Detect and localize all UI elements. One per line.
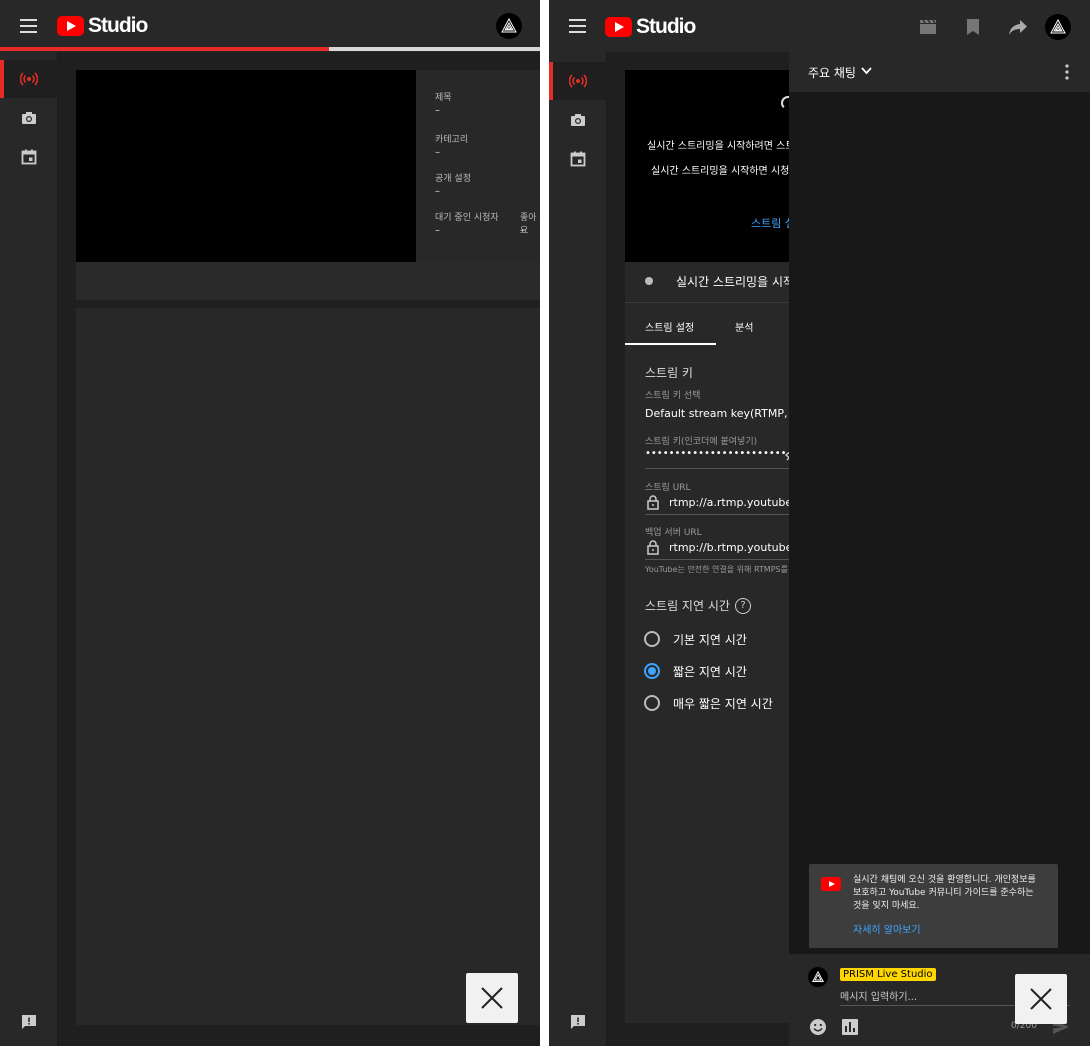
- learn-more-link[interactable]: 자세히 알아보기: [853, 921, 921, 936]
- backup-url-label: 백업 서버 URL: [645, 528, 702, 538]
- brand-text: Studio: [88, 14, 148, 37]
- stream-preview-card: 제목 – 카테고리 – 공개 설정 – 대기 중인 시청자 – 좋아요 –: [76, 70, 540, 300]
- video-preview: [76, 70, 416, 262]
- youtube-logo-icon: [821, 877, 841, 891]
- youtube-logo-icon: [605, 17, 632, 37]
- settings-card: [76, 308, 540, 1025]
- stream-key-field[interactable]: ••••••••••••••••••••••••: [645, 448, 787, 459]
- preview-line-1: 실시간 스트리밍을 시작하려면 스트리밍 소프트웨어를 연결하세요: [647, 141, 795, 152]
- brand-text: Studio: [636, 15, 696, 38]
- stream-key-heading: 스트림 키: [645, 366, 693, 380]
- divider: [625, 302, 795, 303]
- camera-icon: [571, 114, 585, 126]
- radio-normal-latency[interactable]: [644, 631, 660, 647]
- radio-ultra-low-latency[interactable]: [644, 695, 660, 711]
- stream-url-label: 스트림 URL: [645, 483, 691, 493]
- calendar-icon: [21, 149, 37, 165]
- chat-message-input[interactable]: 메시지 입력하기...: [840, 988, 917, 1003]
- stream-key-select-label: 스트림 키 선택: [645, 391, 701, 401]
- side-nav: [549, 52, 607, 1046]
- feedback-icon[interactable]: [569, 1013, 587, 1031]
- title-label: 제목: [435, 93, 452, 103]
- category-value: –: [435, 147, 440, 158]
- lock-icon: [647, 540, 659, 555]
- left-studio-window: Studio 제목 – 카테고리 – 공개 설정 – 대기 중인 시청자 – 좋…: [0, 0, 540, 1046]
- avatar[interactable]: [1045, 14, 1071, 40]
- avatar[interactable]: [496, 13, 522, 39]
- live-chat-panel: 주요 채팅 실시간 채팅에 오신 것을 환영합니다. 개인정보를 보호하고 Yo…: [789, 52, 1090, 1046]
- nav-webcam[interactable]: [549, 101, 607, 139]
- privacy-label: 공개 설정: [435, 174, 471, 184]
- radio-low-latency-label: 짧은 지연 시간: [673, 665, 747, 679]
- chat-welcome-message: 실시간 채팅에 오신 것을 환영합니다. 개인정보를 보호하고 YouTube …: [809, 864, 1058, 948]
- top-bar: Studio: [549, 0, 1090, 52]
- prism-logo-icon: [501, 18, 517, 33]
- field-underline: [645, 468, 795, 469]
- studio-logo[interactable]: Studio: [57, 14, 148, 38]
- radio-normal-latency-label: 기본 지연 시간: [673, 633, 747, 647]
- status-bar: [76, 262, 540, 300]
- youtube-logo-icon: [57, 16, 84, 36]
- video-preview: 실시간 스트리밍을 시작하려면 스트리밍 소프트웨어를 연결하세요 실시간 스트…: [625, 70, 795, 262]
- likes-value: –: [520, 225, 525, 236]
- latency-heading: 스트림 지연 시간: [645, 599, 730, 613]
- side-nav: [0, 52, 58, 1046]
- welcome-text: 실시간 채팅에 오신 것을 환영합니다. 개인정보를 보호하고 YouTube …: [853, 875, 1036, 911]
- top-bar: Studio: [0, 0, 540, 52]
- avatar: [808, 967, 828, 987]
- bookmark-icon[interactable]: [965, 18, 981, 36]
- privacy-value: –: [435, 186, 440, 197]
- emoji-icon[interactable]: [809, 1018, 827, 1036]
- close-button[interactable]: [1015, 974, 1067, 1024]
- studio-logo[interactable]: Studio: [605, 15, 696, 39]
- tab-analytics[interactable]: 분석: [735, 319, 753, 334]
- stream-setup-card: 실시간 스트리밍을 시작하려면 스트리밍 소프트웨어를 연결하세요 실시간 스트…: [625, 70, 1004, 1023]
- loading-progress-bar: [0, 47, 540, 51]
- nav-live[interactable]: [549, 62, 607, 100]
- user-name-badge: PRISM Live Studio: [840, 968, 936, 981]
- share-icon[interactable]: [1008, 18, 1028, 36]
- calendar-icon: [570, 151, 586, 167]
- waiting-viewers-value: –: [435, 225, 440, 236]
- title-value: –: [435, 105, 440, 116]
- help-icon[interactable]: ?: [735, 598, 751, 614]
- more-vert-icon[interactable]: [1065, 64, 1069, 80]
- close-icon: [1030, 988, 1052, 1010]
- active-tab-indicator: [625, 343, 716, 345]
- main-content: 제목 – 카테고리 – 공개 설정 – 대기 중인 시청자 – 좋아요 –: [58, 52, 540, 1046]
- feedback-icon[interactable]: [20, 1013, 38, 1031]
- chat-mode-dropdown[interactable]: 주요 채팅: [808, 64, 856, 81]
- chat-header: 주요 채팅: [789, 52, 1090, 92]
- camera-icon: [22, 112, 36, 124]
- nav-live[interactable]: [0, 60, 58, 98]
- nav-manage[interactable]: [0, 138, 58, 176]
- nav-manage[interactable]: [549, 140, 607, 178]
- preview-line-2: 실시간 스트리밍을 시작하면 시청자에게 표시됩니다: [651, 166, 795, 177]
- live-icon: [20, 72, 38, 86]
- stream-key-paste-label: 스트림 키(인코더에 붙여넣기): [645, 437, 758, 447]
- progress-fill: [0, 47, 330, 51]
- field-underline: [645, 514, 795, 515]
- right-studio-window: Studio 실시간 스트리밍을 시작하려면 스트리밍 소프트웨어를 연결하세요…: [549, 0, 1090, 1046]
- waiting-viewers-label: 대기 중인 시청자: [435, 213, 499, 223]
- radio-low-latency[interactable]: [644, 663, 660, 679]
- category-label: 카테고리: [435, 135, 469, 145]
- poll-icon[interactable]: [842, 1019, 858, 1035]
- tab-stream-settings[interactable]: 스트림 설정: [645, 319, 694, 334]
- lock-icon: [647, 495, 659, 510]
- live-icon: [569, 74, 587, 88]
- prism-logo-icon: [1050, 19, 1066, 34]
- field-underline: [645, 559, 795, 560]
- radio-ultra-low-latency-label: 매우 짧은 지연 시간: [673, 697, 773, 711]
- close-button[interactable]: [466, 973, 518, 1023]
- clapperboard-icon[interactable]: [919, 18, 937, 36]
- status-dot: [645, 277, 653, 285]
- nav-webcam[interactable]: [0, 99, 58, 137]
- menu-icon[interactable]: [20, 19, 37, 33]
- menu-icon[interactable]: [569, 19, 586, 33]
- chevron-down-icon[interactable]: [861, 67, 872, 75]
- close-icon: [481, 987, 503, 1009]
- prism-logo-icon: [812, 971, 824, 982]
